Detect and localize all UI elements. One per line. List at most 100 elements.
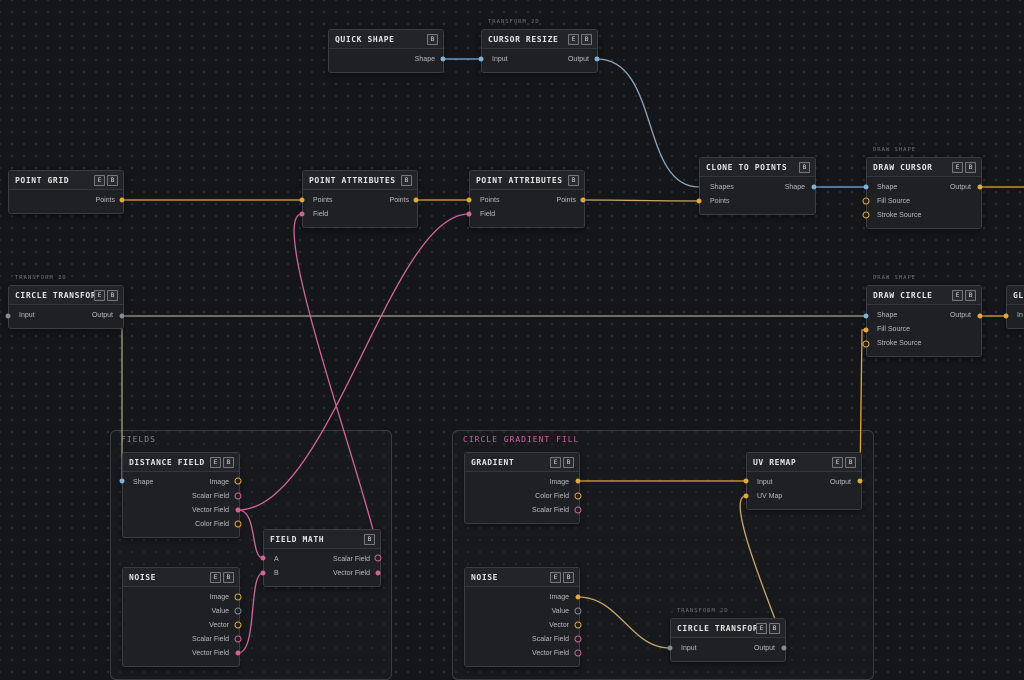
bypass-toggle[interactable]: B [223, 457, 234, 468]
port-socket[interactable] [234, 477, 242, 485]
node-header[interactable]: CLONE TO POINTS B [700, 158, 815, 177]
node-gradient[interactable]: GRADIENT EB Image Color Field Scalar Fie… [464, 452, 580, 524]
node-header[interactable]: CIRCLE TRANSFORM EB [9, 286, 123, 305]
port-socket[interactable] [697, 182, 702, 192]
bypass-toggle[interactable]: B [965, 162, 976, 173]
edit-toggle[interactable]: E [210, 457, 221, 468]
bypass-toggle[interactable]: B [965, 290, 976, 301]
bypass-toggle[interactable]: B [364, 534, 375, 545]
bypass-toggle[interactable]: B [427, 34, 438, 45]
port-socket[interactable] [299, 197, 305, 203]
node-header[interactable]: GLO [1007, 286, 1024, 305]
node-header[interactable]: QUICK SHAPE B [329, 30, 443, 49]
port-socket[interactable] [119, 313, 125, 319]
node-cursor-resize[interactable]: TRANSFORM 2D CURSOR RESIZE EB Input Outp… [481, 19, 598, 73]
port-socket[interactable] [575, 478, 581, 484]
port-socket[interactable] [234, 621, 242, 629]
port-socket[interactable] [977, 184, 983, 190]
node-header[interactable]: DISTANCE FIELD EB [123, 453, 239, 472]
node-uv-remap[interactable]: UV REMAP EB Input UV Map Output [746, 452, 862, 510]
port-socket[interactable] [466, 211, 472, 217]
port-socket[interactable] [863, 313, 869, 319]
edit-toggle[interactable]: E [94, 175, 105, 186]
node-noise[interactable]: NOISE EB Image Value Vector Scalar Field… [464, 567, 580, 667]
port-socket[interactable] [781, 645, 787, 651]
bypass-toggle[interactable]: B [563, 572, 574, 583]
edit-toggle[interactable]: E [756, 623, 767, 634]
port-socket[interactable] [478, 56, 484, 62]
port-socket[interactable] [857, 478, 863, 484]
node-header[interactable]: CURSOR RESIZE EB [482, 30, 597, 49]
port-socket[interactable] [5, 313, 11, 319]
node-point-grid[interactable]: POINT GRID EB Points [8, 170, 124, 214]
port-socket[interactable] [440, 56, 446, 62]
port-socket[interactable] [574, 621, 582, 629]
node-field-math[interactable]: FIELD MATH B A B Scalar Field Vector Fie… [263, 529, 381, 587]
node-draw-circle[interactable]: DRAW SHAPE DRAW CIRCLE EB Shape Fill Sou… [866, 275, 982, 357]
edit-toggle[interactable]: E [550, 457, 561, 468]
bypass-toggle[interactable]: B [107, 175, 118, 186]
edit-toggle[interactable]: E [550, 572, 561, 583]
edit-toggle[interactable]: E [568, 34, 579, 45]
port-socket[interactable] [413, 197, 419, 203]
edit-toggle[interactable]: E [210, 572, 221, 583]
port-socket[interactable] [234, 520, 242, 528]
node-header[interactable]: POINT ATTRIBUTES B [303, 171, 417, 190]
port-socket[interactable] [234, 593, 242, 601]
port-socket[interactable] [574, 607, 582, 615]
port-socket[interactable] [119, 478, 125, 484]
port-socket[interactable] [811, 184, 817, 190]
node-header[interactable]: NOISE EB [465, 568, 579, 587]
node-header[interactable]: UV REMAP EB [747, 453, 861, 472]
port-socket[interactable] [696, 198, 702, 204]
port-socket[interactable] [863, 327, 869, 333]
port-socket[interactable] [299, 211, 305, 217]
port-socket[interactable] [375, 570, 381, 576]
edit-toggle[interactable]: E [94, 290, 105, 301]
bypass-toggle[interactable]: B [223, 572, 234, 583]
port-socket[interactable] [374, 554, 382, 562]
edit-toggle[interactable]: E [832, 457, 843, 468]
port-socket[interactable] [234, 635, 242, 643]
node-header[interactable]: POINT GRID EB [9, 171, 123, 190]
port-socket[interactable] [862, 340, 870, 348]
port-socket[interactable] [260, 570, 266, 576]
port-socket[interactable] [743, 493, 749, 499]
node-header[interactable]: CIRCLE TRANSFORM EB [671, 619, 785, 638]
bypass-toggle[interactable]: B [568, 175, 579, 186]
port-socket[interactable] [743, 478, 749, 484]
bypass-toggle[interactable]: B [845, 457, 856, 468]
port-socket[interactable] [977, 313, 983, 319]
node-glow[interactable]: GLO In [1006, 285, 1024, 329]
port-socket[interactable] [234, 492, 242, 500]
port-socket[interactable] [862, 211, 870, 219]
bypass-toggle[interactable]: B [799, 162, 810, 173]
bypass-toggle[interactable]: B [769, 623, 780, 634]
port-socket[interactable] [863, 184, 869, 190]
port-socket[interactable] [1003, 313, 1009, 319]
port-socket[interactable] [575, 594, 581, 600]
node-clone-to-points[interactable]: CLONE TO POINTS B Shapes Points Shape [699, 157, 816, 215]
port-socket[interactable] [574, 635, 582, 643]
port-socket[interactable] [580, 197, 586, 203]
node-quick-shape[interactable]: QUICK SHAPE B Shape [328, 29, 444, 73]
node-header[interactable]: FIELD MATH B [264, 530, 380, 549]
port-socket[interactable] [574, 649, 582, 657]
bypass-toggle[interactable]: B [581, 34, 592, 45]
port-socket[interactable] [235, 507, 241, 513]
port-socket[interactable] [119, 197, 125, 203]
node-point-attributes[interactable]: POINT ATTRIBUTES B Points Field Points [302, 170, 418, 228]
node-point-attributes[interactable]: POINT ATTRIBUTES B Points Field Points [469, 170, 585, 228]
port-socket[interactable] [862, 197, 870, 205]
node-graph-canvas[interactable]: FIELDS CIRCLE GRADIENT FILL QUICK SHAPE … [0, 0, 1024, 680]
node-distance-field[interactable]: DISTANCE FIELD EB Shape Image Scalar Fie… [122, 452, 240, 538]
node-draw-cursor[interactable]: DRAW SHAPE DRAW CURSOR EB Shape Fill Sou… [866, 147, 982, 229]
node-header[interactable]: NOISE EB [123, 568, 239, 587]
port-socket[interactable] [594, 56, 600, 62]
bypass-toggle[interactable]: B [563, 457, 574, 468]
port-socket[interactable] [574, 492, 582, 500]
node-circle-transform[interactable]: TRANSFORM 2D CIRCLE TRANSFORM EB Input O… [670, 608, 786, 662]
port-socket[interactable] [466, 197, 472, 203]
bypass-toggle[interactable]: B [107, 290, 118, 301]
node-header[interactable]: DRAW CURSOR EB [867, 158, 981, 177]
